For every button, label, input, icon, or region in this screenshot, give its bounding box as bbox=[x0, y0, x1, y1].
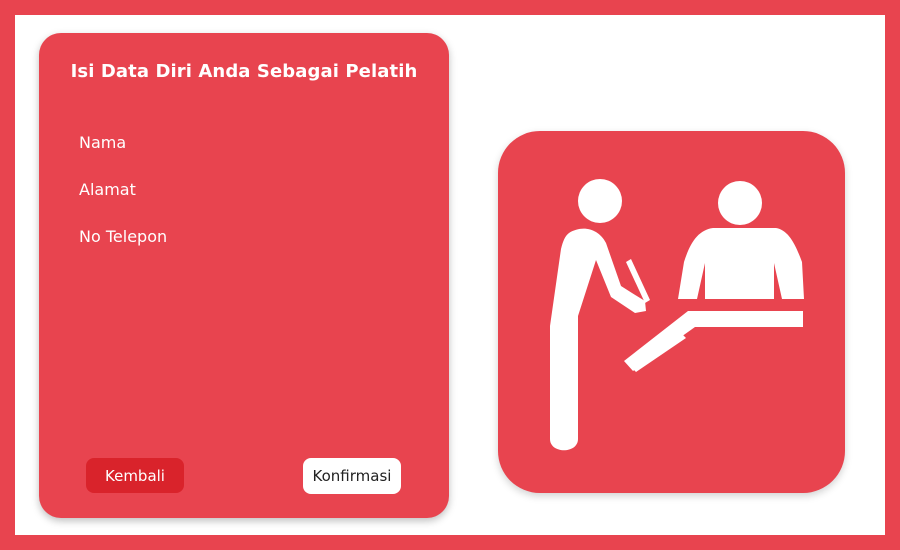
field-label-no-telepon: No Telepon bbox=[79, 227, 168, 246]
field-label-alamat: Alamat bbox=[79, 180, 136, 199]
registration-desk-icon bbox=[550, 179, 804, 451]
back-button[interactable]: Kembali bbox=[86, 458, 184, 493]
confirm-button[interactable]: Konfirmasi bbox=[303, 458, 401, 494]
desk-top bbox=[624, 311, 803, 371]
registration-illustration bbox=[498, 131, 845, 493]
standing-person-head bbox=[578, 179, 622, 223]
seated-person-body bbox=[678, 228, 804, 299]
field-label-nama: Nama bbox=[79, 133, 127, 152]
form-title: Isi Data Diri Anda Sebagai Pelatih bbox=[70, 61, 418, 82]
seated-person-head bbox=[718, 181, 762, 225]
trainer-form-card: Isi Data Diri Anda Sebagai Pelatih Nama … bbox=[39, 33, 449, 518]
